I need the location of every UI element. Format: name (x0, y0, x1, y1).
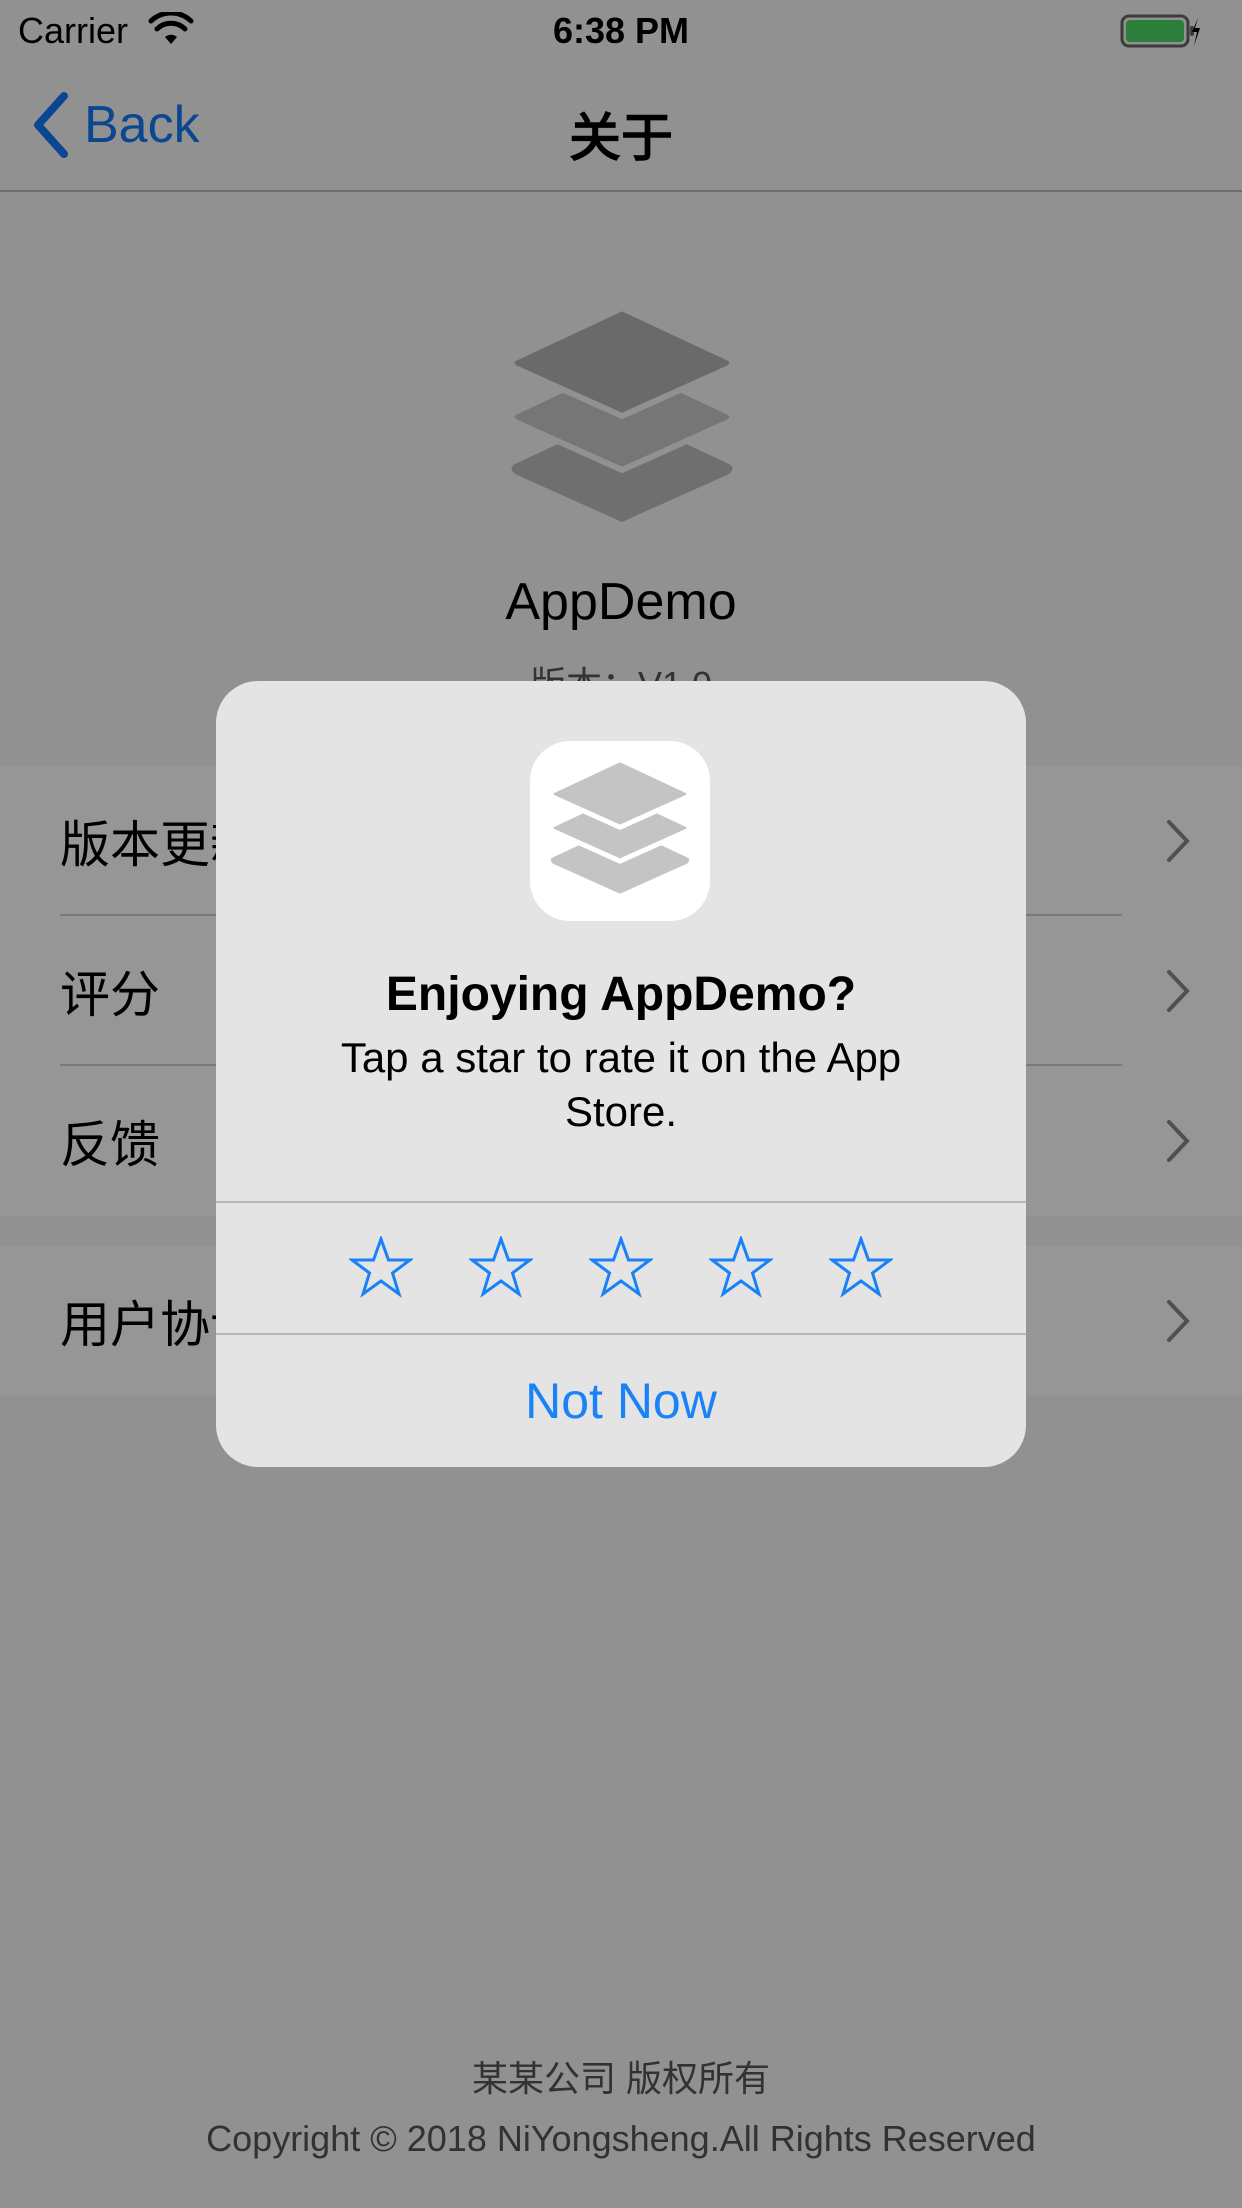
star-outline-icon (349, 1236, 413, 1298)
star-button-5[interactable] (801, 1203, 921, 1333)
not-now-button[interactable]: Not Now (216, 1335, 1026, 1467)
star-rating-row (216, 1203, 1026, 1333)
alert-app-icon (530, 741, 710, 921)
star-outline-icon (829, 1236, 893, 1298)
star-outline-icon (469, 1236, 533, 1298)
star-button-2[interactable] (441, 1203, 561, 1333)
star-button-1[interactable] (321, 1203, 441, 1333)
star-button-3[interactable] (561, 1203, 681, 1333)
star-outline-icon (589, 1236, 653, 1298)
star-outline-icon (709, 1236, 773, 1298)
alert-message: Tap a star to rate it on the App Store. (340, 1034, 902, 1135)
rating-alert: Enjoying AppDemo? Tap a star to rate it … (216, 681, 1026, 1467)
star-button-4[interactable] (681, 1203, 801, 1333)
layers-icon (548, 757, 692, 894)
alert-title: Enjoying AppDemo? (385, 968, 857, 1021)
